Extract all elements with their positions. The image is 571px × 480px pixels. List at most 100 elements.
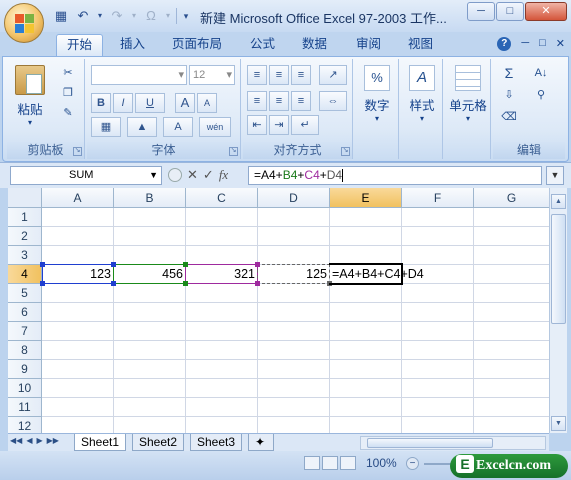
undo-dropdown-icon[interactable]: ▾ bbox=[96, 7, 104, 25]
tab-insert[interactable]: 插入 bbox=[110, 34, 155, 56]
customize-qat-icon[interactable]: ▾ bbox=[181, 7, 191, 25]
tab-view[interactable]: 视图 bbox=[398, 34, 443, 56]
cell-a4[interactable]: 123 bbox=[42, 265, 114, 284]
row-header-1[interactable]: 1 bbox=[8, 208, 42, 227]
last-sheet-icon[interactable]: ▶▶ bbox=[47, 436, 59, 445]
fill-color-button[interactable]: ▲ bbox=[127, 117, 157, 137]
cells-button[interactable]: 单元格 ▾ bbox=[447, 65, 489, 123]
align-left-button[interactable]: ≡ bbox=[247, 91, 267, 111]
first-sheet-icon[interactable]: ◀◀ bbox=[10, 436, 22, 445]
tab-formulas[interactable]: 公式 bbox=[240, 34, 285, 56]
cell-e4[interactable]: =A4+B4+C4+D4 bbox=[330, 265, 470, 284]
column-header-b[interactable]: B bbox=[114, 188, 186, 208]
row-header-4[interactable]: 4 bbox=[8, 265, 42, 284]
tab-page-layout[interactable]: 页面布局 bbox=[162, 34, 232, 56]
column-header-a[interactable]: A bbox=[42, 188, 114, 208]
page-layout-view-icon[interactable] bbox=[322, 456, 338, 470]
ribbon-minimize-icon[interactable]: ─ bbox=[521, 37, 529, 51]
underline-button[interactable]: U bbox=[135, 93, 165, 113]
zoom-level[interactable]: 100% bbox=[366, 456, 397, 470]
vertical-scroll-thumb[interactable] bbox=[551, 214, 566, 324]
select-all-corner[interactable] bbox=[8, 188, 42, 208]
omega-dropdown-icon[interactable]: ▾ bbox=[164, 7, 172, 25]
cell-b4[interactable]: 456 bbox=[114, 265, 186, 284]
prev-sheet-icon[interactable]: ◀ bbox=[26, 436, 32, 445]
ribbon-close-icon[interactable]: ✕ bbox=[556, 37, 565, 51]
column-header-c[interactable]: C bbox=[186, 188, 258, 208]
row-header-3[interactable]: 3 bbox=[8, 246, 42, 265]
font-color-button[interactable]: A bbox=[163, 117, 193, 137]
redo-dropdown-icon[interactable]: ▾ bbox=[130, 7, 138, 25]
align-bottom-button[interactable]: ≡ bbox=[291, 65, 311, 85]
align-center-button[interactable]: ≡ bbox=[269, 91, 289, 111]
insert-function-icon[interactable]: fx bbox=[219, 167, 228, 183]
cell-d4[interactable]: 125 bbox=[258, 265, 330, 284]
autosum-icon[interactable]: Σ bbox=[497, 65, 521, 81]
tab-review[interactable]: 审阅 bbox=[346, 34, 391, 56]
increase-indent-button[interactable]: ⇥ bbox=[269, 115, 289, 135]
tab-data[interactable]: 数据 bbox=[292, 34, 337, 56]
enter-formula-icon[interactable]: ✓ bbox=[203, 167, 214, 183]
wrap-text-button[interactable]: ↵ bbox=[291, 115, 319, 135]
font-launcher-icon[interactable]: ↘ bbox=[229, 147, 238, 156]
styles-button[interactable]: A 样式 ▾ bbox=[404, 65, 440, 123]
omega-icon[interactable]: Ω bbox=[142, 7, 160, 25]
next-sheet-icon[interactable]: ▶ bbox=[36, 436, 42, 445]
row-header-12[interactable]: 12 bbox=[8, 417, 42, 433]
help-icon[interactable]: ? bbox=[497, 37, 512, 51]
close-button[interactable]: ✕ bbox=[525, 2, 567, 21]
row-header-7[interactable]: 7 bbox=[8, 322, 42, 341]
expand-formula-bar-icon[interactable]: ▼ bbox=[546, 166, 564, 185]
horizontal-scrollbar[interactable] bbox=[360, 436, 546, 450]
redo-icon[interactable]: ↷ bbox=[108, 7, 126, 25]
name-box[interactable]: SUM ▼ bbox=[10, 166, 162, 185]
formula-input[interactable]: =A4+B4+C4+D4 bbox=[248, 166, 542, 185]
undo-icon[interactable]: ↶ bbox=[74, 7, 92, 25]
phonetic-button[interactable]: wén bbox=[199, 117, 231, 137]
vertical-scrollbar[interactable]: ▲ ▼ bbox=[549, 188, 567, 433]
clear-icon[interactable]: ⌫ bbox=[497, 109, 521, 125]
merge-center-button[interactable]: ⇔ bbox=[319, 91, 347, 111]
bold-button[interactable]: B bbox=[91, 93, 111, 113]
row-header-9[interactable]: 9 bbox=[8, 360, 42, 379]
row-header-8[interactable]: 8 bbox=[8, 341, 42, 360]
copy-icon[interactable]: ❐ bbox=[59, 85, 77, 101]
orientation-button[interactable]: ↗ bbox=[319, 65, 347, 85]
row-header-10[interactable]: 10 bbox=[8, 379, 42, 398]
font-name-combobox[interactable]: ▾ bbox=[91, 65, 187, 85]
insert-sheet-icon[interactable]: ✦ bbox=[248, 434, 274, 451]
paste-button[interactable]: 粘贴 ▾ bbox=[13, 65, 47, 127]
sort-filter-icon[interactable]: A↓ bbox=[527, 65, 555, 81]
column-header-f[interactable]: F bbox=[402, 188, 474, 208]
maximize-button[interactable]: □ bbox=[496, 2, 524, 21]
find-select-icon[interactable]: ⚲ bbox=[527, 87, 555, 103]
align-top-button[interactable]: ≡ bbox=[247, 65, 267, 85]
page-break-view-icon[interactable] bbox=[340, 456, 356, 470]
row-header-11[interactable]: 11 bbox=[8, 398, 42, 417]
name-box-dropdown-icon[interactable]: ▼ bbox=[149, 167, 158, 184]
minimize-button[interactable]: ─ bbox=[467, 2, 495, 21]
column-header-e[interactable]: E bbox=[330, 188, 402, 208]
horizontal-scroll-thumb[interactable] bbox=[367, 438, 493, 448]
worksheet-grid[interactable]: A B C D E F G 1 2 3 4 5 6 7 8 9 10 11 12… bbox=[8, 188, 549, 433]
row-header-6[interactable]: 6 bbox=[8, 303, 42, 322]
sheet-tab-sheet2[interactable]: Sheet2 bbox=[132, 434, 185, 451]
align-middle-button[interactable]: ≡ bbox=[269, 65, 289, 85]
row-header-2[interactable]: 2 bbox=[8, 227, 42, 246]
normal-view-icon[interactable] bbox=[304, 456, 320, 470]
borders-button[interactable]: ▦ bbox=[91, 117, 121, 137]
column-header-g[interactable]: G bbox=[474, 188, 549, 208]
decrease-indent-button[interactable]: ⇤ bbox=[247, 115, 267, 135]
scroll-up-icon[interactable]: ▲ bbox=[551, 194, 566, 209]
cell-c4[interactable]: 321 bbox=[186, 265, 258, 284]
format-painter-icon[interactable]: ✎ bbox=[59, 105, 77, 121]
zoom-out-icon[interactable]: − bbox=[406, 457, 419, 470]
ribbon-restore-icon[interactable]: □ bbox=[539, 37, 546, 51]
fill-icon[interactable]: ⇩ bbox=[497, 87, 521, 103]
sheet-tab-sheet3[interactable]: Sheet3 bbox=[190, 434, 243, 451]
tab-home[interactable]: 开始 bbox=[56, 34, 104, 56]
cancel-formula-icon[interactable]: ✕ bbox=[187, 167, 198, 183]
grow-font-button[interactable]: A bbox=[175, 93, 195, 113]
shrink-font-button[interactable]: A bbox=[197, 93, 217, 113]
font-size-combobox[interactable]: 12 ▾ bbox=[189, 65, 235, 85]
